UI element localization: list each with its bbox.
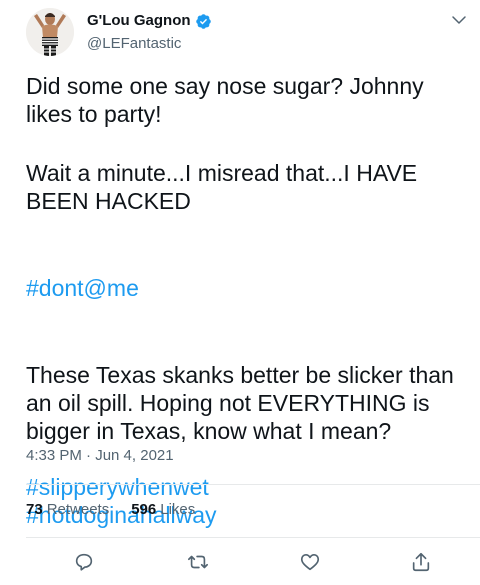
tweet-paragraph: Did some one say nose sugar? Johnny like… [26, 73, 424, 127]
tweet-paragraph: #dont@me [26, 246, 476, 302]
divider [26, 537, 480, 538]
heart-icon[interactable] [299, 551, 321, 573]
author-name-row[interactable]: G'Lou Gagnon [87, 11, 212, 31]
retweets-label: Retweets [46, 501, 110, 518]
likes-stat[interactable]: 596 Likes [131, 500, 195, 520]
reply-icon[interactable] [73, 551, 95, 573]
avatar-image [26, 8, 74, 56]
divider [26, 484, 480, 485]
retweets-count: 73 [26, 501, 43, 518]
likes-count: 596 [131, 501, 157, 518]
engagement-stats: 73 Retweets 596 Likes [26, 500, 217, 520]
avatar[interactable] [26, 8, 74, 56]
retweets-stat[interactable]: 73 Retweets [26, 500, 109, 520]
share-icon[interactable] [410, 551, 432, 573]
hashtag-link[interactable]: #dont@me [26, 275, 139, 301]
author-display-name: G'Lou Gagnon [87, 12, 191, 29]
tweet-final-text: These Texas skanks better be slicker tha… [26, 362, 454, 444]
likes-label: Likes [160, 501, 196, 518]
tweet-timestamp[interactable]: 4:33 PM · Jun 4, 2021 [26, 446, 174, 466]
retweet-icon[interactable] [187, 551, 209, 573]
hashtag-link[interactable]: #slipperywhenwet [26, 474, 209, 500]
tweet-card: G'Lou Gagnon @LEFantastic Did some one s… [0, 0, 480, 585]
verified-badge-icon [195, 13, 212, 30]
author-handle[interactable]: @LEFantastic [87, 34, 181, 54]
tweet-paragraph: Wait a minute...I misread that...I HAVE … [26, 160, 418, 214]
chevron-down-icon[interactable] [450, 11, 468, 29]
